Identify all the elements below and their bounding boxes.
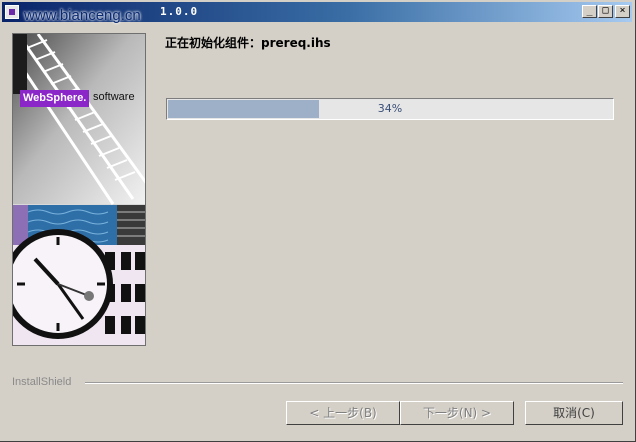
websphere-logo: WebSphere. xyxy=(20,90,90,107)
software-label: software xyxy=(93,91,135,103)
next-button[interactable]: 下一步(N) > xyxy=(400,401,514,425)
cancel-button[interactable]: 取消(C) xyxy=(525,401,623,425)
banner-artwork xyxy=(13,34,145,345)
close-button[interactable]: × xyxy=(615,5,630,18)
app-icon[interactable] xyxy=(5,5,19,19)
installshield-brand: InstallShield xyxy=(12,376,72,388)
title-bar[interactable]: 1.0.0 www.bianceng.cn _ □ × xyxy=(2,2,632,24)
minimize-button[interactable]: _ xyxy=(582,5,597,18)
websphere-banner: WebSphere. software xyxy=(12,33,146,346)
window-title: 1.0.0 xyxy=(160,5,199,18)
watermark-text: www.bianceng.cn xyxy=(24,7,141,24)
maximize-button[interactable]: □ xyxy=(598,5,613,18)
installer-window: 1.0.0 www.bianceng.cn _ □ × WebSphere. s… xyxy=(0,0,636,442)
status-message: 正在初始化组件：prereq.ihs xyxy=(165,36,331,50)
footer-divider xyxy=(85,382,623,384)
back-button[interactable]: < 上一步(B) xyxy=(286,401,400,425)
progress-bar: 34% xyxy=(166,98,614,120)
progress-percent-label: 34% xyxy=(377,102,403,115)
